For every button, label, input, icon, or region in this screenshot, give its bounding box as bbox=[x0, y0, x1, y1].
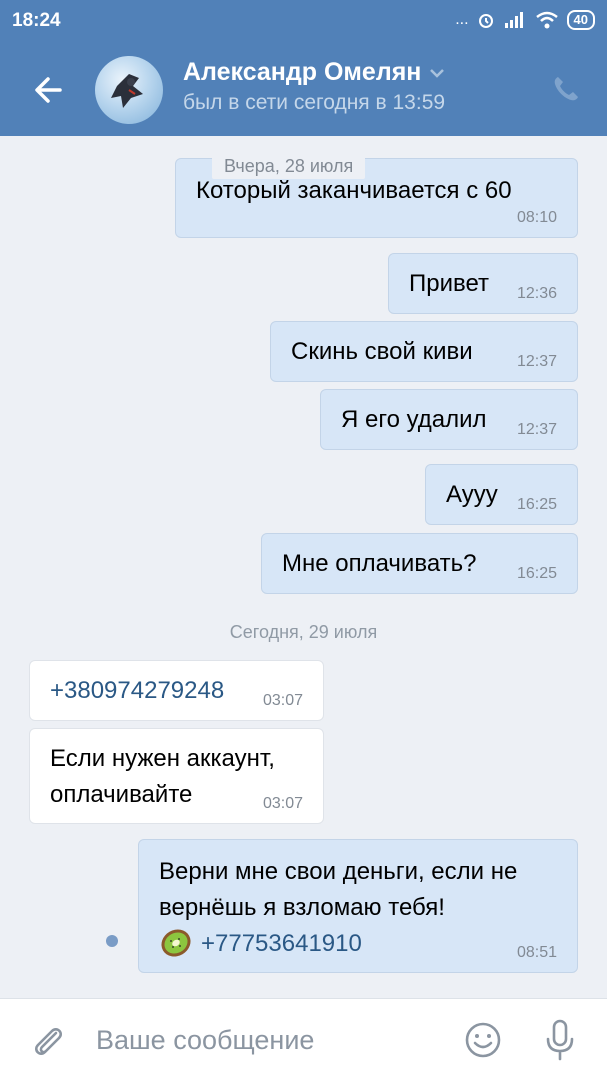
message-bubble-outgoing[interactable]: Аууу 16:25 bbox=[425, 464, 578, 525]
phone-link[interactable]: +380974279248 bbox=[50, 673, 224, 709]
message-bubble-outgoing[interactable]: Привет 12:36 bbox=[388, 253, 578, 314]
message-text: Привет bbox=[409, 270, 490, 297]
unread-dot bbox=[106, 935, 118, 947]
phone-link[interactable]: +77753641910 bbox=[201, 930, 362, 957]
chat-header: Александр Омелян был в сети сегодня в 13… bbox=[0, 44, 607, 136]
message-time: 12:37 bbox=[516, 421, 557, 438]
emoji-icon[interactable] bbox=[464, 1021, 502, 1059]
message-bubble-outgoing[interactable]: Мне оплачивать? 16:25 bbox=[261, 533, 578, 594]
message-line: Если нужен аккаунт, bbox=[50, 745, 275, 772]
avatar[interactable] bbox=[95, 56, 163, 124]
contact-info[interactable]: Александр Омелян был в сети сегодня в 13… bbox=[183, 58, 445, 115]
message-time: 03:07 bbox=[262, 692, 303, 709]
message-text: Если нужен аккаунт, оплачивайте bbox=[50, 741, 275, 813]
kiwi-emoji-icon bbox=[161, 929, 191, 957]
message-text: Скинь свой киви bbox=[291, 338, 473, 365]
avatar-figure-icon bbox=[111, 74, 143, 108]
message-time: 12:37 bbox=[516, 353, 557, 370]
paperclip-icon[interactable] bbox=[28, 1021, 68, 1061]
message-bubble-outgoing[interactable]: Скинь свой киви 12:37 bbox=[270, 321, 578, 382]
message-line: Верни мне свои деньги, если не bbox=[159, 858, 518, 885]
message-time: 12:36 bbox=[516, 285, 557, 302]
status-dots: ... bbox=[455, 11, 469, 28]
message-composer: Ваше сообщение bbox=[0, 998, 607, 1080]
microphone-icon[interactable] bbox=[543, 1019, 577, 1061]
message-line: вернёшь я взломаю тебя! bbox=[159, 894, 445, 921]
battery-icon: 40 bbox=[566, 10, 595, 30]
contact-name: Александр Омелян bbox=[183, 58, 422, 86]
message-bubble-incoming[interactable]: Если нужен аккаунт, оплачивайте 03:07 bbox=[29, 728, 324, 824]
chevron-down-icon bbox=[430, 68, 445, 78]
message-list[interactable]: Который заканчивается с 60 08:10 Вчера, … bbox=[0, 136, 607, 998]
message-text: Аууу bbox=[446, 481, 498, 508]
signal-icon bbox=[504, 12, 523, 28]
message-time: 08:10 bbox=[516, 209, 557, 226]
message-time: 16:25 bbox=[516, 496, 557, 513]
message-line: +77753641910 bbox=[159, 926, 517, 962]
presence-status: был в сети сегодня в 13:59 bbox=[183, 91, 446, 114]
phone-icon[interactable] bbox=[551, 74, 581, 104]
status-time: 18:24 bbox=[12, 10, 61, 31]
message-time: 16:25 bbox=[516, 565, 557, 582]
message-bubble-incoming[interactable]: +380974279248 03:07 bbox=[29, 660, 324, 721]
contact-name-row: Александр Омелян bbox=[183, 58, 445, 87]
message-bubble-outgoing[interactable]: Верни мне свои деньги, если не вернёшь я… bbox=[138, 839, 578, 973]
alarm-icon bbox=[478, 14, 493, 28]
status-bar: 18:24 ... 40 bbox=[0, 0, 607, 44]
status-icons: ... 40 bbox=[455, 10, 595, 30]
message-text: Мне оплачивать? bbox=[282, 550, 477, 577]
message-line: оплачивайте bbox=[50, 781, 193, 808]
message-time: 03:07 bbox=[262, 795, 303, 812]
message-bubble-outgoing[interactable]: Я его удалил 12:37 bbox=[320, 389, 578, 450]
message-text: Я его удалил bbox=[341, 406, 487, 433]
back-arrow-icon[interactable] bbox=[30, 70, 70, 110]
date-pill: Вчера, 28 июля bbox=[212, 154, 366, 179]
message-text: Верни мне свои деньги, если не вернёшь я… bbox=[159, 854, 517, 962]
wifi-icon bbox=[535, 11, 558, 29]
message-input[interactable]: Ваше сообщение bbox=[96, 1025, 314, 1056]
message-time: 08:51 bbox=[516, 944, 557, 961]
date-separator: Сегодня, 29 июля bbox=[229, 622, 378, 642]
